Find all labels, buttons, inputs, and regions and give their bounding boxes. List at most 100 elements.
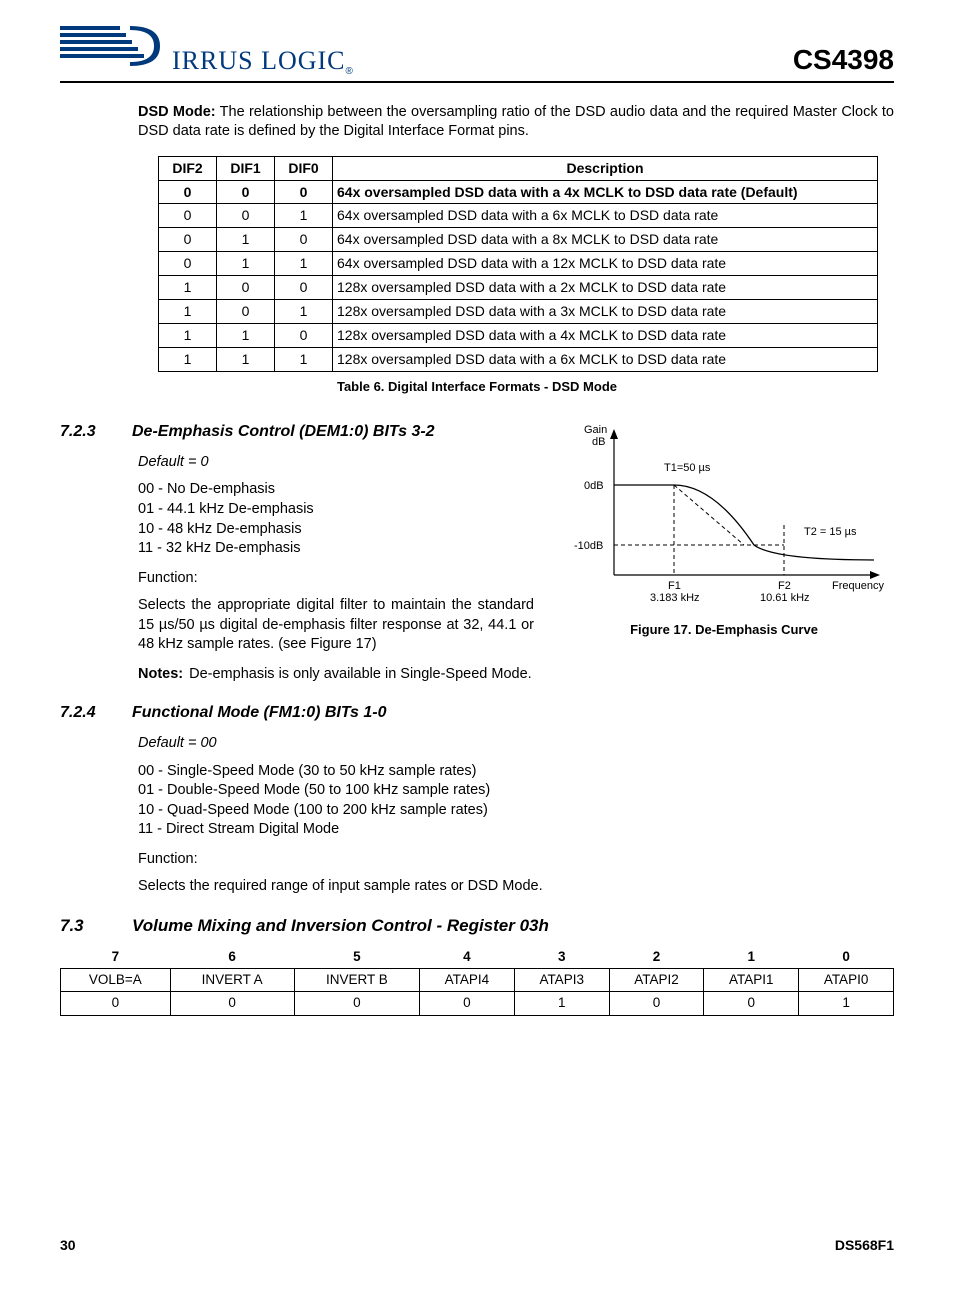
func-label-724: Function: xyxy=(138,850,894,870)
table-row: 110128x oversampled DSD data with a 4x M… xyxy=(159,323,878,347)
dif-desc: 64x oversampled DSD data with a 8x MCLK … xyxy=(333,228,878,252)
page-header: IRRUS LOGIC ® CS4398 xyxy=(60,20,894,83)
dif-cell: 1 xyxy=(217,228,275,252)
dif-cell: 0 xyxy=(275,180,333,204)
reg-cell: 7 xyxy=(61,946,171,969)
option-line: 00 - Single-Speed Mode (30 to 50 kHz sam… xyxy=(138,762,894,782)
reg-cell: 1 xyxy=(799,992,894,1015)
reg-cell: 0 xyxy=(609,992,704,1015)
dif-desc: 64x oversampled DSD data with a 6x MCLK … xyxy=(333,204,878,228)
sec-num: 7.3 xyxy=(60,915,132,938)
dif-cell: 1 xyxy=(275,252,333,276)
dif-cell: 1 xyxy=(159,276,217,300)
registered-icon: ® xyxy=(346,65,353,79)
dif-cell: 1 xyxy=(275,204,333,228)
dif-cell: 1 xyxy=(159,323,217,347)
reg-cell: ATAPI3 xyxy=(514,969,609,992)
dif-table: DIF2 DIF1 DIF0 Description 00064x oversa… xyxy=(158,156,878,372)
sec-title: Functional Mode (FM1:0) BITs 1-0 xyxy=(132,704,387,721)
option-line: 10 - Quad-Speed Mode (100 to 200 kHz sam… xyxy=(138,801,894,821)
f1-label: F1 xyxy=(668,580,681,592)
option-line: 11 - Direct Stream Digital Mode xyxy=(138,820,894,840)
t1-label: T1=50 µs xyxy=(664,462,711,474)
dif-desc: 64x oversampled DSD data with a 12x MCLK… xyxy=(333,252,878,276)
logo: IRRUS LOGIC ® xyxy=(60,20,353,79)
dif-th-dif1: DIF1 xyxy=(217,156,275,180)
fig17-caption: Figure 17. De-Emphasis Curve xyxy=(554,621,894,639)
dif-cell: 1 xyxy=(217,323,275,347)
reg-cell: INVERT B xyxy=(294,969,419,992)
reg-cell: 3 xyxy=(514,946,609,969)
reg-cell: 0 xyxy=(294,992,419,1015)
dif-cell: 0 xyxy=(159,204,217,228)
dif-cell: 0 xyxy=(275,228,333,252)
option-line: 01 - 44.1 kHz De-emphasis xyxy=(138,500,534,520)
tick-m10db: -10dB xyxy=(574,540,603,552)
reg-cell: 5 xyxy=(294,946,419,969)
table-row: 101128x oversampled DSD data with a 3x M… xyxy=(159,300,878,324)
dif-cell: 1 xyxy=(217,252,275,276)
default-724: Default = 00 xyxy=(138,734,894,754)
axis-y-unit: dB xyxy=(592,436,605,448)
reg-cell: 0 xyxy=(704,992,799,1015)
intro-lead: DSD Mode: xyxy=(138,104,216,120)
option-line: 01 - Double-Speed Mode (50 to 100 kHz sa… xyxy=(138,781,894,801)
sec-num: 7.2.4 xyxy=(60,702,132,724)
reg-cell: 0 xyxy=(61,992,171,1015)
page-footer: 30 DS568F1 xyxy=(60,1236,894,1255)
option-line: 00 - No De-emphasis xyxy=(138,480,534,500)
table-row: 00064x oversampled DSD data with a 4x MC… xyxy=(159,180,878,204)
sec-num: 7.2.3 xyxy=(60,421,132,443)
f2-label: F2 xyxy=(778,580,791,592)
table-row: 100128x oversampled DSD data with a 2x M… xyxy=(159,276,878,300)
dif-cell: 1 xyxy=(159,300,217,324)
dif-th-desc: Description xyxy=(333,156,878,180)
dif-cell: 1 xyxy=(275,300,333,324)
notes-text: De-emphasis is only available in Single-… xyxy=(189,665,534,685)
dif-th-dif0: DIF0 xyxy=(275,156,333,180)
option-line: 10 - 48 kHz De-emphasis xyxy=(138,520,534,540)
default-723: Default = 0 xyxy=(138,453,534,473)
register-03h-table: 76543210 VOLB=AINVERT AINVERT BATAPI4ATA… xyxy=(60,946,894,1016)
sec-title: De-Emphasis Control (DEM1:0) BITs 3-2 xyxy=(132,423,435,440)
reg-cell: ATAPI1 xyxy=(704,969,799,992)
dif-cell: 0 xyxy=(217,204,275,228)
dif-desc: 128x oversampled DSD data with a 3x MCLK… xyxy=(333,300,878,324)
axis-y-label: Gain xyxy=(584,424,607,436)
dif-desc: 128x oversampled DSD data with a 6x MCLK… xyxy=(333,347,878,371)
part-number: CS4398 xyxy=(793,41,894,79)
dif-desc: 128x oversampled DSD data with a 4x MCLK… xyxy=(333,323,878,347)
reg-cell: 2 xyxy=(609,946,704,969)
intro-paragraph: DSD Mode: The relationship between the o… xyxy=(138,103,894,142)
reg-cell: 0 xyxy=(420,992,515,1015)
dif-cell: 1 xyxy=(217,347,275,371)
func-text-724: Selects the required range of input samp… xyxy=(138,877,894,897)
reg-cell: 6 xyxy=(170,946,294,969)
reg-cell: VOLB=A xyxy=(61,969,171,992)
reg-cell: 1 xyxy=(704,946,799,969)
t2-label: T2 = 15 µs xyxy=(804,526,857,538)
tick-0db: 0dB xyxy=(584,480,604,492)
figure-17: Gain dB 0dB -10dB T1=50 µs T2 = 15 µs F1… xyxy=(554,415,894,639)
table-row: 00164x oversampled DSD data with a 6x MC… xyxy=(159,204,878,228)
sec-724-body: Default = 00 00 - Single-Speed Mode (30 … xyxy=(138,734,894,897)
dif-cell: 0 xyxy=(159,228,217,252)
reg-cell: ATAPI2 xyxy=(609,969,704,992)
doc-number: DS568F1 xyxy=(835,1236,894,1255)
dif-cell: 0 xyxy=(217,300,275,324)
dif-cell: 0 xyxy=(159,180,217,204)
logo-text: IRRUS LOGIC xyxy=(172,43,346,78)
reg-cell: 4 xyxy=(420,946,515,969)
option-line: 11 - 32 kHz De-emphasis xyxy=(138,539,534,559)
axis-x-label: Frequency xyxy=(832,580,884,592)
dif-cell: 0 xyxy=(159,252,217,276)
dif-cell: 1 xyxy=(275,347,333,371)
dif-cell: 0 xyxy=(275,276,333,300)
dif-th-dif2: DIF2 xyxy=(159,156,217,180)
dif-cell: 0 xyxy=(275,323,333,347)
reg-cell: INVERT A xyxy=(170,969,294,992)
dif-desc: 128x oversampled DSD data with a 2x MCLK… xyxy=(333,276,878,300)
dif-desc: 64x oversampled DSD data with a 4x MCLK … xyxy=(333,180,878,204)
sec-723-body: Default = 0 00 - No De-emphasis01 - 44.1… xyxy=(138,453,534,655)
intro-text: The relationship between the oversamplin… xyxy=(138,104,894,140)
